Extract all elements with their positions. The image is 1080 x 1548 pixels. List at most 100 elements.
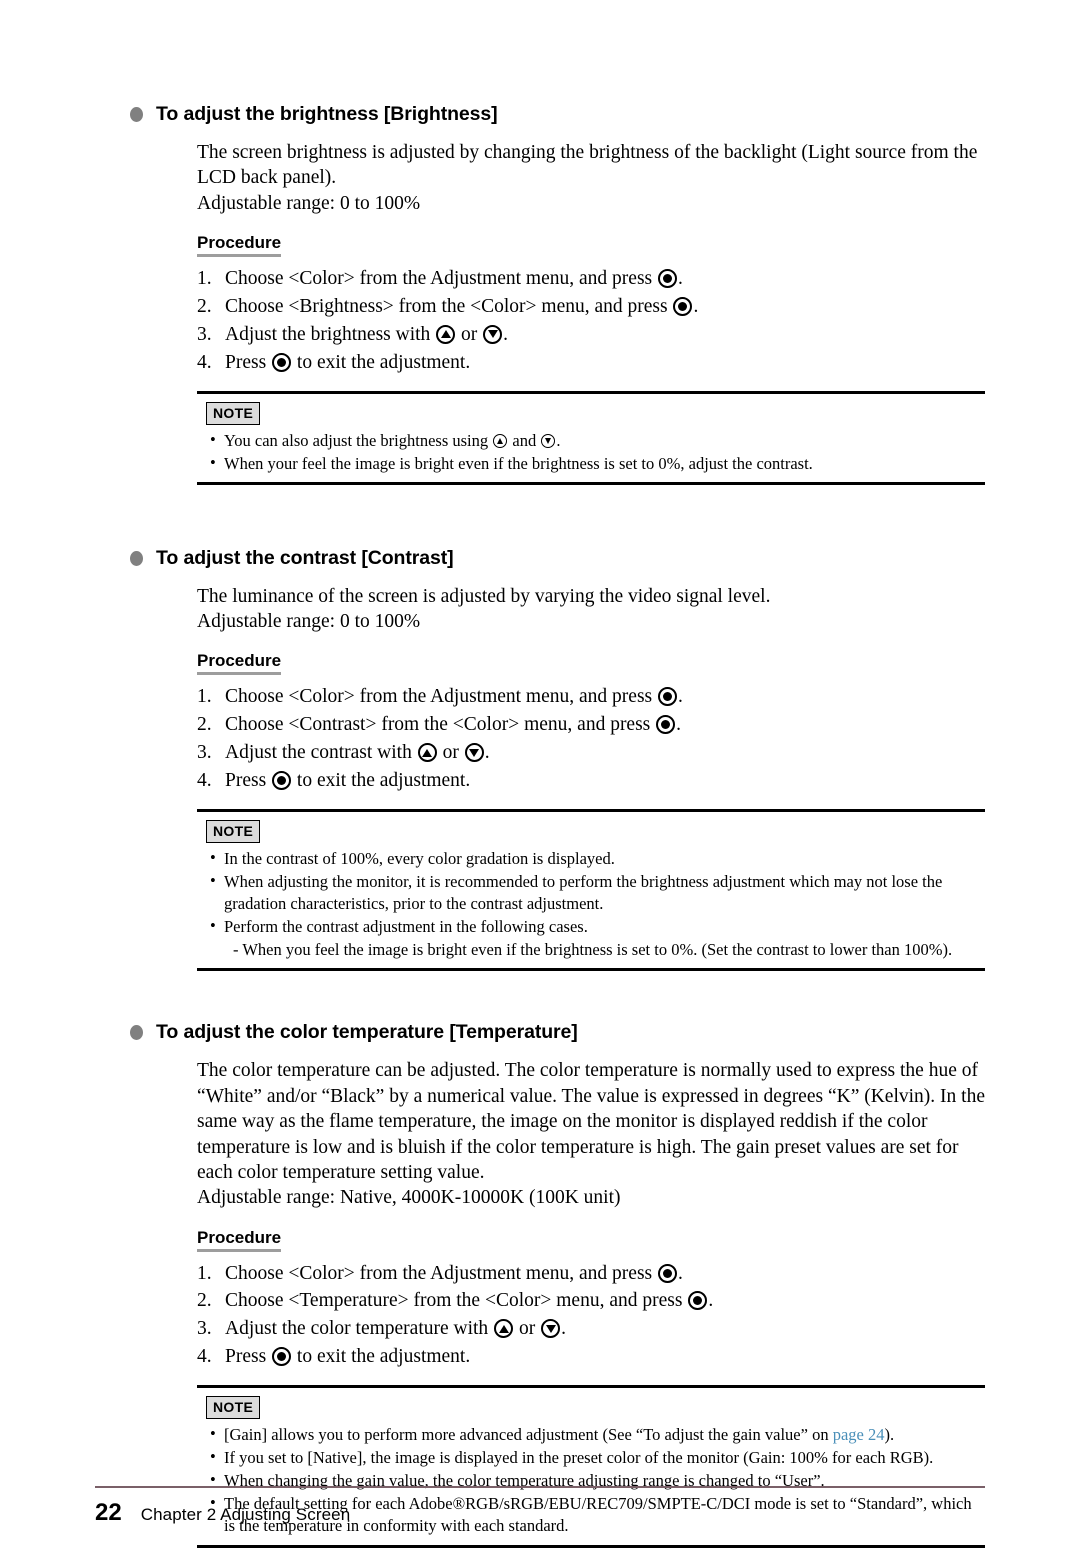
step-text-post: . — [561, 1318, 566, 1340]
procedure-step: 2. Choose <Brightness> from the <Color> m… — [197, 293, 985, 321]
procedure-step: 4. Press to exit the adjustment. — [197, 349, 985, 377]
step-text: Press — [225, 351, 272, 373]
up-button-icon — [494, 1319, 514, 1339]
note-item: • In the contrast of 100%, every color gr… — [209, 848, 981, 870]
step-text: Press — [225, 770, 272, 792]
down-button-icon — [464, 743, 484, 763]
procedure-step: 2. Choose <Temperature> from the <Color> … — [197, 1287, 985, 1315]
step-number: 1. — [197, 686, 212, 708]
footer-row: 22 Chapter 2 Adjusting Screen — [95, 1488, 985, 1527]
step-text: Choose <Color> from the Adjustment menu,… — [225, 686, 657, 708]
note-badge: NOTE — [206, 401, 261, 425]
body-paragraph: The screen brightness is adjusted by cha… — [197, 142, 978, 189]
note-item-text: In the contrast of 100%, every color gra… — [224, 848, 615, 868]
body-paragraph: Adjustable range: Native, 4000K-10000K (… — [197, 1187, 621, 1209]
step-text-mid: or — [437, 742, 464, 764]
enter-button-icon — [272, 352, 292, 372]
document-page: To adjust the brightness [Brightness] The… — [0, 0, 1080, 1548]
note-box-brightness: NOTE • You can also adjust the brightness … — [197, 390, 985, 485]
step-number: 4. — [197, 351, 212, 373]
note-item-text-post: ). — [884, 1425, 895, 1445]
step-text: Adjust the brightness with — [225, 323, 436, 345]
procedure-step: 2. Choose <Contrast> from the <Color> men… — [197, 711, 985, 739]
note-item: • [Gain] allows you to perform more advan… — [209, 1424, 981, 1446]
up-button-icon — [436, 324, 456, 344]
note-item-text: When your feel the image is bright even … — [224, 453, 813, 473]
note-item-text: - When you feel the image is bright even… — [233, 940, 953, 960]
step-number: 2. — [197, 1290, 212, 1312]
note-bullet-icon: • — [210, 452, 216, 472]
down-button-icon — [483, 324, 503, 344]
note-item-text: Perform the contrast adjustment in the f… — [224, 917, 588, 937]
step-number: 4. — [197, 770, 212, 792]
procedure-step: 1. Choose <Color> from the Adjustment men… — [197, 683, 985, 711]
down-button-icon — [541, 433, 556, 448]
step-number: 1. — [197, 1262, 212, 1284]
step-number: 3. — [197, 323, 212, 345]
note-bullet-icon: • — [210, 429, 216, 449]
body-paragraph: Adjustable range: 0 to 100% — [197, 611, 421, 633]
section-heading-brightness: To adjust the brightness [Brightness] — [130, 103, 985, 126]
step-number: 2. — [197, 295, 212, 317]
note-item-text-post: . — [556, 430, 561, 450]
body-paragraph: The luminance of the screen is adjusted … — [197, 585, 771, 607]
procedure-step: 4. Press to exit the adjustment. — [197, 767, 985, 795]
step-number: 4. — [197, 1346, 212, 1368]
enter-button-icon — [658, 269, 677, 289]
note-item-text-mid: and — [508, 430, 541, 450]
body-paragraph: Adjustable range: 0 to 100% — [197, 192, 421, 214]
note-bullet-icon: • — [210, 1447, 216, 1467]
procedure-heading: Procedure — [197, 1228, 282, 1252]
page-reference-link[interactable]: page 24 — [833, 1425, 885, 1444]
section-heading-label: To adjust the color temperature [Tempera… — [156, 1021, 578, 1044]
note-bullet-icon: • — [210, 847, 216, 867]
step-text: Choose <Color> from the Adjustment menu,… — [225, 268, 657, 290]
procedure-list-brightness: 1. Choose <Color> from the Adjustment men… — [197, 265, 985, 377]
procedure-heading-wrap: Procedure — [95, 216, 985, 261]
note-item: • If you set to [Native], the image is di… — [209, 1447, 981, 1469]
sections-container: To adjust the brightness [Brightness] The… — [95, 103, 985, 1548]
procedure-list-contrast: 1. Choose <Color> from the Adjustment men… — [197, 683, 985, 795]
step-text: Choose <Color> from the Adjustment menu,… — [225, 1262, 657, 1284]
step-text-post: . — [676, 714, 682, 736]
step-number: 3. — [197, 1318, 212, 1340]
section-heading-label: To adjust the contrast [Contrast] — [156, 546, 454, 569]
section-body-temperature: The color temperature can be adjusted. T… — [197, 1058, 985, 1210]
note-list: • In the contrast of 100%, every color gr… — [197, 848, 985, 962]
section-temperature: To adjust the color temperature [Tempera… — [95, 1021, 985, 1548]
section-heading-label: To adjust the brightness [Brightness] — [156, 103, 498, 125]
note-sub-item: - When you feel the image is bright even… — [209, 939, 981, 961]
note-item: • When your feel the image is bright even… — [209, 453, 981, 475]
note-item-text: When adjusting the monitor, it is recomm… — [224, 872, 943, 914]
down-button-icon — [541, 1319, 561, 1339]
step-text-post: . — [503, 323, 509, 345]
step-text: Choose <Contrast> from the <Color> menu,… — [225, 714, 656, 736]
note-list: • You can also adjust the brightness usin… — [197, 430, 985, 475]
step-number: 1. — [197, 268, 212, 290]
step-text-post: . — [678, 268, 683, 290]
up-button-icon — [493, 433, 508, 448]
note-item-text: [Gain] allows you to perform more advanc… — [224, 1425, 833, 1445]
procedure-list-temperature: 1. Choose <Color> from the Adjustment men… — [197, 1260, 985, 1372]
bullet-circle-icon — [130, 107, 143, 122]
step-text-post: . — [708, 1290, 714, 1312]
section-body-contrast: The luminance of the screen is adjusted … — [197, 584, 985, 635]
step-text: Choose <Brightness> from the <Color> men… — [225, 295, 673, 317]
enter-button-icon — [272, 1347, 292, 1367]
note-bullet-icon: • — [210, 916, 216, 936]
enter-button-icon — [658, 1263, 677, 1283]
enter-button-icon — [656, 715, 676, 735]
note-bullet-icon: • — [210, 871, 216, 891]
step-text: Adjust the color temperature with — [225, 1318, 494, 1340]
footer-chapter-label: Chapter 2 Adjusting Screen — [140, 1505, 351, 1524]
note-box-contrast: NOTE • In the contrast of 100%, every colo… — [197, 808, 985, 972]
note-bullet-icon: • — [210, 1424, 216, 1444]
step-text: Choose <Temperature> from the <Color> me… — [225, 1290, 688, 1312]
section-heading-temperature: To adjust the color temperature [Tempera… — [130, 1021, 985, 1044]
step-number: 3. — [197, 742, 212, 764]
procedure-step: 1. Choose <Color> from the Adjustment men… — [197, 1260, 985, 1288]
step-text-mid: or — [514, 1318, 541, 1340]
bullet-circle-icon — [130, 1025, 143, 1041]
step-text-post: . — [678, 686, 683, 708]
procedure-heading: Procedure — [197, 233, 282, 258]
